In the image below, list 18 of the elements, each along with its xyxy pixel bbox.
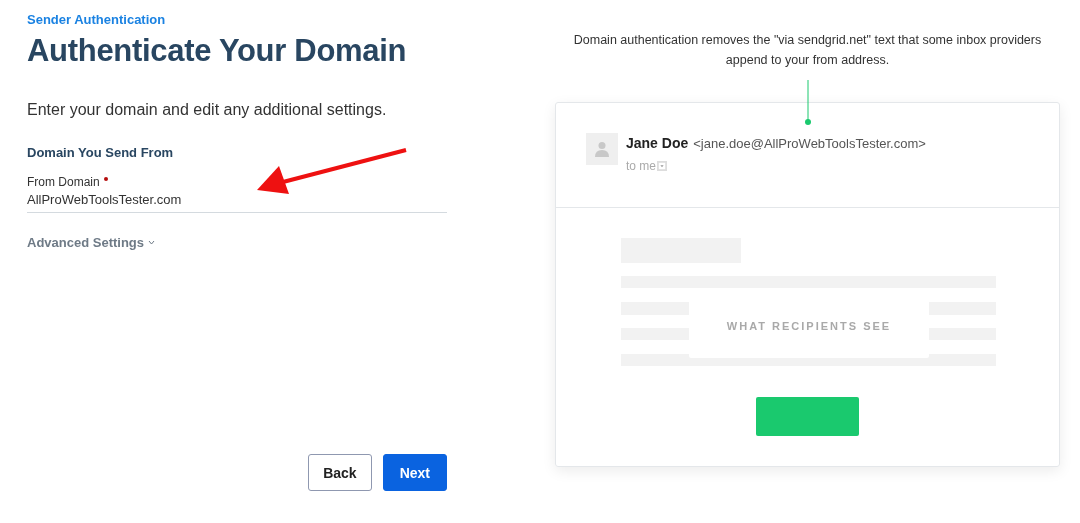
leader-line — [804, 80, 812, 126]
next-button[interactable]: Next — [382, 454, 447, 491]
domain-field[interactable]: AllProWebToolsTester.com — [27, 189, 447, 213]
preview-caption: Domain authentication removes the "via sendgrid.net" text that some inbox providers append to your from address. — [572, 32, 1043, 69]
page-title: Authenticate Your Domain — [27, 33, 407, 69]
sender-email: <jane.doe@AllProWebToolsTester.com> — [693, 136, 926, 151]
section-title: Domain You Send From — [27, 145, 174, 160]
sender-name: Jane Doe — [626, 135, 689, 151]
overlay-label: WHAT RECIPIENTS SEE — [726, 319, 892, 332]
field-label: From Domain — [27, 175, 100, 189]
avatar-icon — [586, 133, 618, 165]
advanced-settings-toggle[interactable]: Advanced Settings — [27, 235, 156, 250]
description-text: Enter your domain and edit any additional settings. — [27, 101, 387, 119]
breadcrumb-link[interactable]: Sender Authentication — [27, 12, 166, 27]
caret-icon — [148, 240, 156, 245]
dropdown-icon[interactable] — [657, 161, 667, 171]
recipient-text: to me — [626, 159, 656, 173]
back-button[interactable]: Back — [308, 454, 372, 491]
